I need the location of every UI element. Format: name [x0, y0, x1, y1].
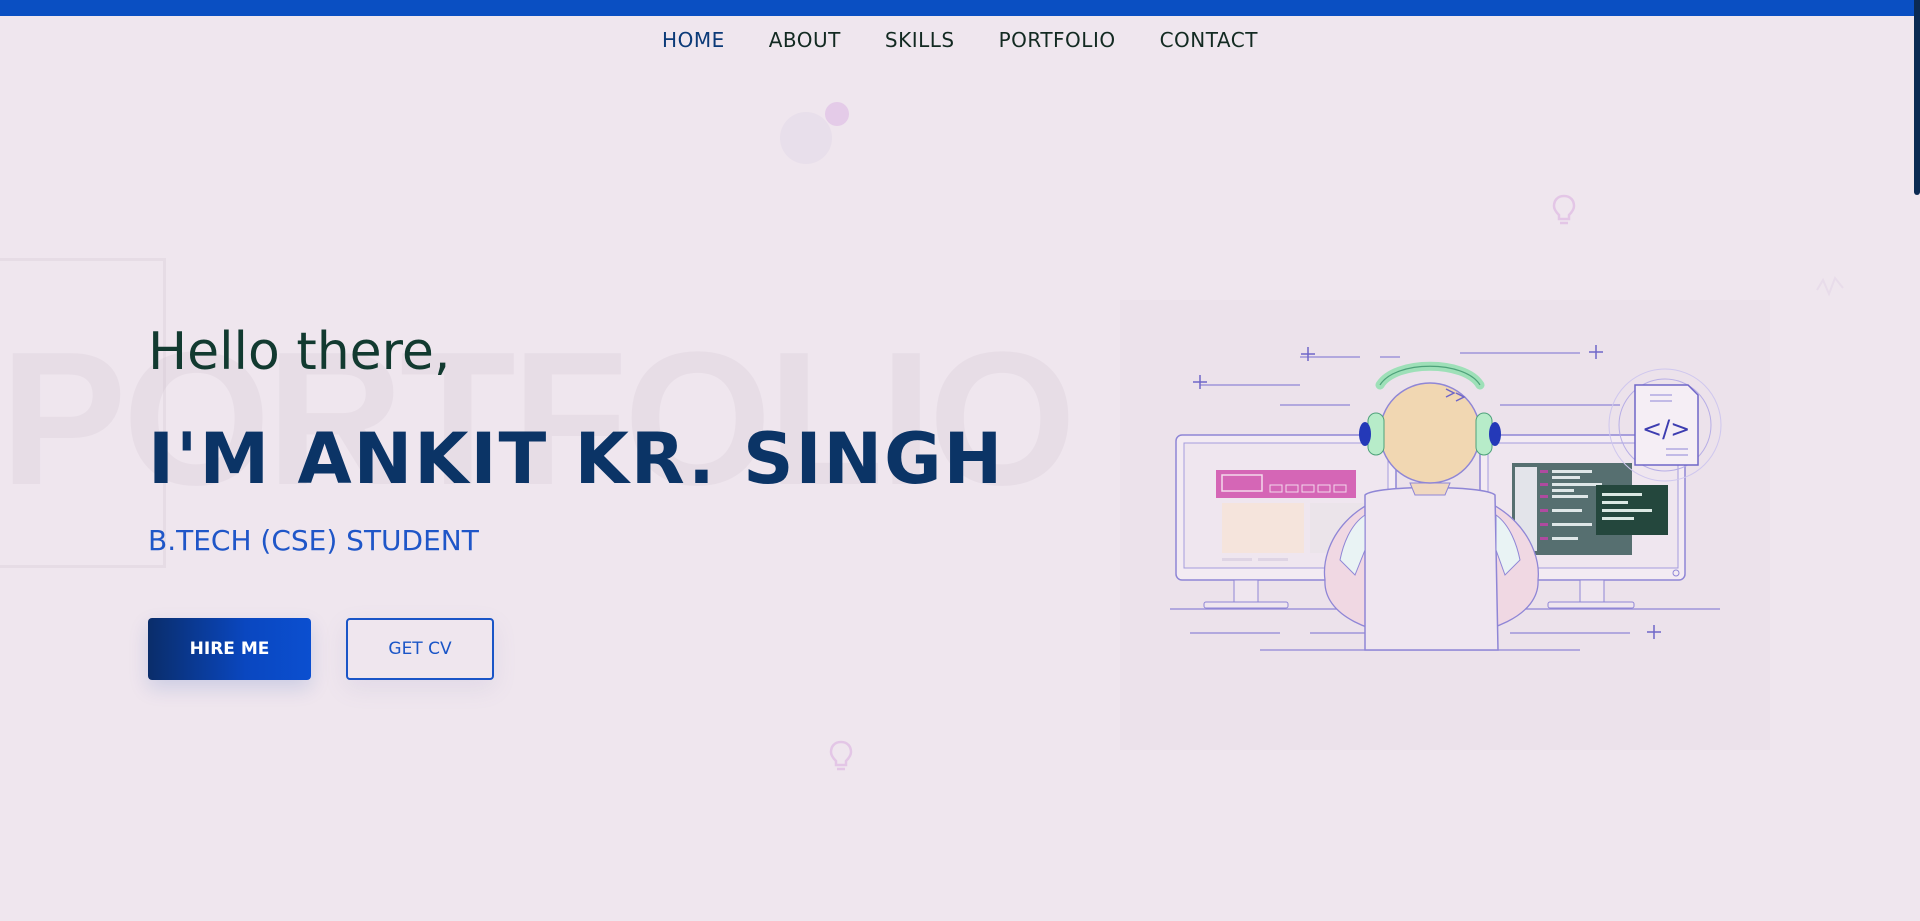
hero-greeting: Hello there,: [148, 322, 451, 382]
nav-about[interactable]: ABOUT: [769, 28, 841, 52]
lightbulb-icon: [829, 740, 853, 771]
lightbulb-icon: [1552, 194, 1576, 225]
nav-portfolio[interactable]: PORTFOLIO: [999, 28, 1116, 52]
decor-dot: [780, 112, 832, 164]
nav-skills[interactable]: SKILLS: [885, 28, 955, 52]
developer-illustration: </>: [1170, 345, 1722, 651]
main-navigation: HOME ABOUT SKILLS PORTFOLIO CONTACT: [0, 28, 1920, 52]
hero-name: I'M ANKIT KR. SINGH: [148, 418, 1005, 500]
squiggle-decor-icon: [1816, 276, 1844, 297]
decor-dot: [825, 102, 849, 126]
get-cv-button[interactable]: GET CV: [346, 618, 494, 680]
nav-home[interactable]: HOME: [662, 28, 725, 52]
top-accent-bar: [0, 0, 1920, 16]
svg-text:</>: </>: [1642, 415, 1690, 443]
hero-subtitle: B.TECH (CSE) STUDENT: [148, 524, 479, 557]
hire-me-button[interactable]: HIRE ME: [148, 618, 311, 680]
nav-contact[interactable]: CONTACT: [1160, 28, 1258, 52]
